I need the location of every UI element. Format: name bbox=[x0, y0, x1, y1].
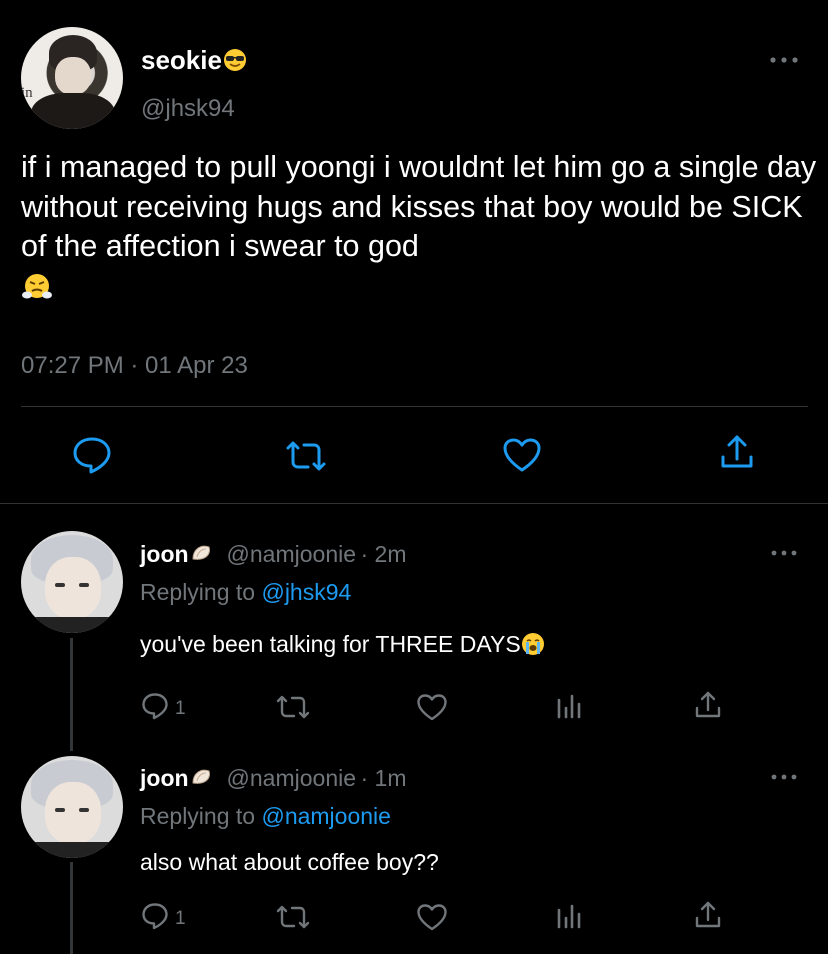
retweet-icon[interactable] bbox=[275, 694, 311, 720]
reply-handle[interactable]: @namjoonie bbox=[227, 765, 356, 791]
reply-avatar[interactable] bbox=[21, 531, 123, 633]
more-options-icon[interactable] bbox=[769, 772, 799, 782]
reply-time[interactable]: · 1m bbox=[360, 765, 406, 791]
tweet-timestamp[interactable]: 07:27 PM · 01 Apr 23 bbox=[21, 352, 248, 380]
like-icon[interactable] bbox=[416, 903, 448, 931]
tweet-text: if i managed to pull yoongi i wouldnt le… bbox=[21, 148, 817, 301]
divider bbox=[21, 406, 808, 407]
reply-icon[interactable] bbox=[72, 436, 112, 474]
reply-icon[interactable] bbox=[141, 902, 169, 930]
author-display-name[interactable]: seokie bbox=[141, 45, 247, 76]
author-name-text[interactable]: seokie bbox=[141, 45, 222, 75]
like-icon[interactable] bbox=[502, 437, 542, 473]
more-options-icon[interactable] bbox=[768, 55, 800, 65]
thread-line bbox=[70, 862, 73, 954]
reply-count: 1 bbox=[175, 698, 186, 719]
reply-text: you've been talking for THREE DAYS bbox=[140, 631, 545, 658]
author-avatar[interactable]: in bbox=[21, 27, 123, 129]
reply-body: you've been talking for THREE DAYS bbox=[140, 631, 521, 657]
reply-text: also what about coffee boy?? bbox=[140, 849, 439, 875]
face-with-steam-emoji-icon bbox=[21, 269, 817, 301]
replying-to-link[interactable]: @jhsk94 bbox=[261, 579, 351, 605]
replying-to-link[interactable]: @namjoonie bbox=[261, 803, 390, 829]
replying-prefix: Replying to bbox=[140, 579, 256, 605]
reply-handle[interactable]: @namjoonie bbox=[227, 541, 356, 567]
thread-line bbox=[70, 638, 73, 751]
reply-header: joon @namjoonie · 1m bbox=[140, 765, 406, 792]
share-icon[interactable] bbox=[694, 900, 722, 930]
reply-avatar[interactable] bbox=[21, 756, 123, 858]
share-icon[interactable] bbox=[694, 690, 722, 720]
reply-count: 1 bbox=[175, 908, 186, 929]
replying-prefix: Replying to bbox=[140, 803, 256, 829]
divider bbox=[0, 503, 828, 504]
reply-time[interactable]: · 2m bbox=[360, 541, 406, 567]
avatar-sign-text: in bbox=[21, 85, 33, 101]
more-options-icon[interactable] bbox=[769, 548, 799, 558]
retweet-icon[interactable] bbox=[275, 904, 311, 930]
author-handle[interactable]: @jhsk94 bbox=[141, 95, 235, 123]
sunglasses-emoji-icon bbox=[223, 48, 247, 72]
analytics-icon[interactable] bbox=[556, 902, 582, 930]
replying-to: Replying to @jhsk94 bbox=[140, 579, 351, 606]
analytics-icon[interactable] bbox=[556, 692, 582, 720]
share-icon[interactable] bbox=[719, 433, 755, 471]
like-icon[interactable] bbox=[416, 693, 448, 721]
tweet-body: if i managed to pull yoongi i wouldnt le… bbox=[21, 150, 817, 263]
reply-display-name[interactable]: joon bbox=[140, 765, 189, 791]
reply-icon[interactable] bbox=[141, 692, 169, 720]
shell-emoji-icon bbox=[189, 765, 213, 789]
shell-emoji-icon bbox=[189, 541, 213, 565]
replying-to: Replying to @namjoonie bbox=[140, 803, 391, 830]
reply-display-name[interactable]: joon bbox=[140, 541, 189, 567]
reply-header: joon @namjoonie · 2m bbox=[140, 541, 406, 568]
retweet-icon[interactable] bbox=[284, 440, 328, 472]
crying-emoji-icon bbox=[521, 632, 545, 656]
